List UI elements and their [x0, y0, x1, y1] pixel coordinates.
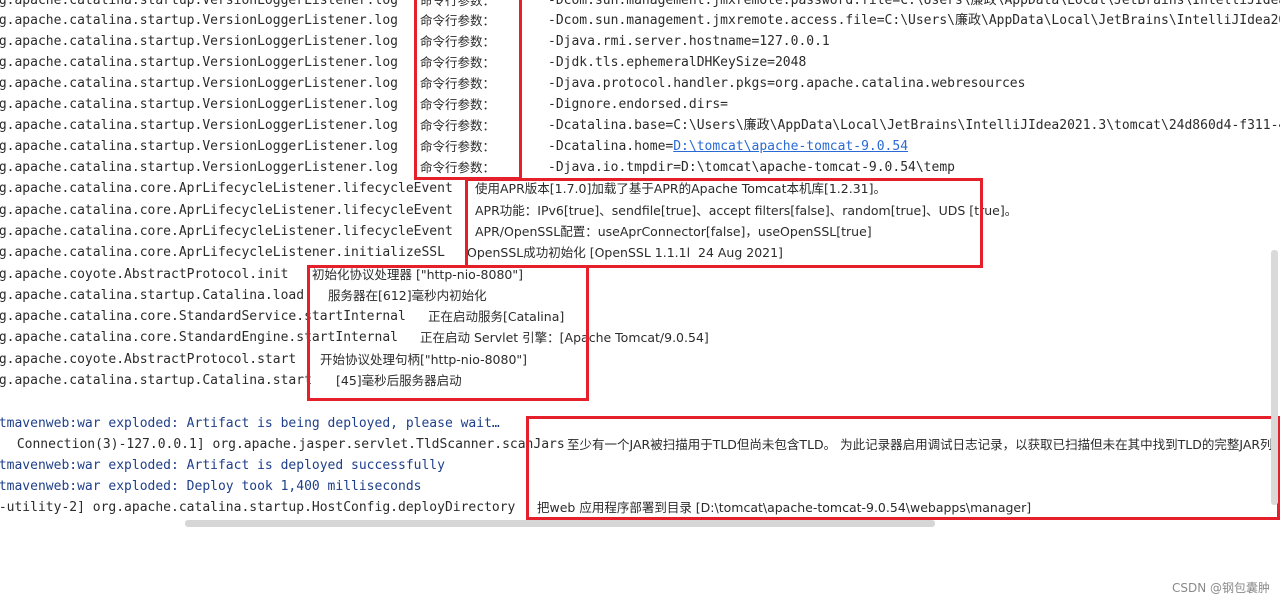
log-value: -Djava.rmi.server.hostname=127.0.0.1	[548, 34, 830, 49]
log-label: 命令行参数：	[420, 97, 496, 112]
log-message: 把web 应用程序部署到目录 [D:\tomcat\apache-tomcat-…	[537, 500, 1032, 515]
log-label: 命令行参数：	[420, 139, 496, 154]
log-line: stmavenweb:war exploded: Artifact is dep…	[0, 455, 1280, 476]
log-value: -Djava.protocol.handler.pkgs=org.apache.…	[548, 76, 1026, 91]
log-line: rg.apache.catalina.startup.Catalina.star…	[0, 370, 1280, 391]
vertical-scrollbar-thumb[interactable]	[1271, 250, 1278, 505]
logger-name: rg.apache.catalina.core.AprLifecycleList…	[0, 181, 453, 196]
logger-name: rg.apache.catalina.core.AprLifecycleList…	[0, 203, 453, 218]
log-line: rg.apache.catalina.startup.VersionLogger…	[0, 31, 1280, 52]
logger-name: rg.apache.catalina.startup.Catalina.star…	[0, 373, 312, 388]
horizontal-scrollbar[interactable]	[0, 518, 1270, 528]
logger-name: rg.apache.catalina.core.AprLifecycleList…	[0, 245, 445, 260]
thread-prefix: a-utility-2] org.apache.catalina.startup…	[0, 500, 516, 515]
log-message: 初始化协议处理器 ["http-nio-8080"]	[312, 267, 523, 282]
log-label: 命令行参数：	[420, 118, 496, 133]
log-message: 至少有一个JAR被扫描用于TLD但尚未包含TLD。 为此记录器启用调试日志记录，…	[567, 437, 1280, 452]
logger-name: rg.apache.catalina.startup.Catalina.load	[0, 288, 305, 303]
log-line: rg.apache.coyote.AbstractProtocol.init 初…	[0, 264, 1280, 285]
deploy-text: stmavenweb:war exploded: Artifact is bei…	[0, 416, 500, 431]
log-message: 正在启动服务[Catalina]	[428, 309, 565, 324]
log-line: rg.apache.coyote.AbstractProtocol.start …	[0, 349, 1280, 370]
log-line: rg.apache.catalina.core.AprLifecycleList…	[0, 242, 1280, 263]
log-message: APR功能：IPv6[true]、sendfile[true]、accept f…	[475, 203, 1018, 218]
thread-prefix: Connection(3)-127.0.0.1] org.apache.jasp…	[9, 437, 565, 452]
log-message: APR/OpenSSL配置：useAprConnector[false]，use…	[475, 224, 872, 239]
catalina-home-link[interactable]: D:\tomcat\apache-tomcat-9.0.54	[673, 139, 908, 154]
logger-name: rg.apache.catalina.startup.VersionLogger…	[0, 139, 398, 154]
log-value: -Dcatalina.home=D:\tomcat\apache-tomcat-…	[548, 139, 909, 154]
log-line: a-utility-2] org.apache.catalina.startup…	[0, 497, 1280, 518]
logger-name: rg.apache.catalina.core.StandardEngine.s…	[0, 330, 398, 345]
log-value: -Dcom.sun.management.jmxremote.access.fi…	[548, 13, 1280, 28]
log-line: stmavenweb:war exploded: Artifact is bei…	[0, 413, 1280, 434]
logger-name: rg.apache.coyote.AbstractProtocol.start	[0, 352, 297, 367]
logger-name: rg.apache.coyote.AbstractProtocol.init	[0, 267, 289, 282]
log-label: 命令行参数：	[420, 55, 496, 70]
log-value: -Djava.io.tmpdir=D:\tomcat\apache-tomcat…	[548, 160, 955, 175]
logger-name: rg.apache.catalina.startup.VersionLogger…	[0, 13, 398, 28]
log-line: rg.apache.catalina.startup.VersionLogger…	[0, 73, 1280, 94]
logger-name: rg.apache.catalina.core.AprLifecycleList…	[0, 224, 453, 239]
log-line: rg.apache.catalina.core.AprLifecycleList…	[0, 178, 1280, 199]
log-message: 正在启动 Servlet 引擎：[Apache Tomcat/9.0.54]	[420, 330, 709, 345]
logger-name: rg.apache.catalina.startup.VersionLogger…	[0, 76, 398, 91]
log-label: 命令行参数：	[420, 160, 496, 175]
deploy-text: stmavenweb:war exploded: Deploy took 1,4…	[0, 479, 422, 494]
console-output[interactable]: rg.apache.catalina.startup.VersionLogger…	[0, 0, 1280, 530]
log-line: rg.apache.catalina.startup.VersionLogger…	[0, 52, 1280, 73]
log-line: rg.apache.catalina.startup.VersionLogger…	[0, 10, 1280, 31]
log-line: rg.apache.catalina.core.StandardService.…	[0, 306, 1280, 327]
logger-name: rg.apache.catalina.startup.VersionLogger…	[0, 55, 398, 70]
log-line: rg.apache.catalina.startup.VersionLogger…	[0, 94, 1280, 115]
log-message: OpenSSL成功初始化 [OpenSSL 1.1.1l 24 Aug 2021…	[467, 245, 783, 260]
log-label: 命令行参数：	[420, 34, 496, 49]
log-line: Connection(3)-127.0.0.1] org.apache.jasp…	[0, 434, 1280, 455]
log-line: rg.apache.catalina.core.AprLifecycleList…	[0, 200, 1280, 221]
log-message: 使用APR版本[1.7.0]加载了基于APR的Apache Tomcat本机库[…	[475, 181, 886, 196]
logger-name: rg.apache.catalina.core.StandardService.…	[0, 309, 406, 324]
log-value: -Dignore.endorsed.dirs=	[548, 97, 729, 112]
log-label: 命令行参数：	[420, 13, 496, 28]
log-message: 开始协议处理句柄["http-nio-8080"]	[320, 352, 528, 367]
log-line: rg.apache.catalina.startup.VersionLogger…	[0, 157, 1280, 178]
horizontal-scrollbar-thumb[interactable]	[185, 520, 935, 527]
log-label: 命令行参数：	[420, 76, 496, 91]
log-line: rg.apache.catalina.startup.VersionLogger…	[0, 115, 1280, 136]
log-message: [45]毫秒后服务器启动	[336, 373, 462, 388]
log-line: rg.apache.catalina.startup.VersionLogger…	[0, 136, 1280, 157]
watermark: CSDN @钢包囊肿	[1171, 581, 1270, 595]
log-value: -Djdk.tls.ephemeralDHKeySize=2048	[548, 55, 807, 70]
logger-name: rg.apache.catalina.startup.VersionLogger…	[0, 118, 398, 133]
log-line: stmavenweb:war exploded: Deploy took 1,4…	[0, 476, 1280, 497]
log-message: 服务器在[612]毫秒内初始化	[328, 288, 487, 303]
log-value: -Dcatalina.base=C:\Users\廉政\AppData\Loca…	[548, 118, 1280, 133]
logger-name: rg.apache.catalina.startup.VersionLogger…	[0, 160, 398, 175]
logger-name: rg.apache.catalina.startup.VersionLogger…	[0, 97, 398, 112]
log-line: rg.apache.catalina.core.StandardEngine.s…	[0, 327, 1280, 348]
log-line: rg.apache.catalina.startup.Catalina.load…	[0, 285, 1280, 306]
logger-name: rg.apache.catalina.startup.VersionLogger…	[0, 34, 398, 49]
deploy-text: stmavenweb:war exploded: Artifact is dep…	[0, 458, 445, 473]
log-line: rg.apache.catalina.core.AprLifecycleList…	[0, 221, 1280, 242]
